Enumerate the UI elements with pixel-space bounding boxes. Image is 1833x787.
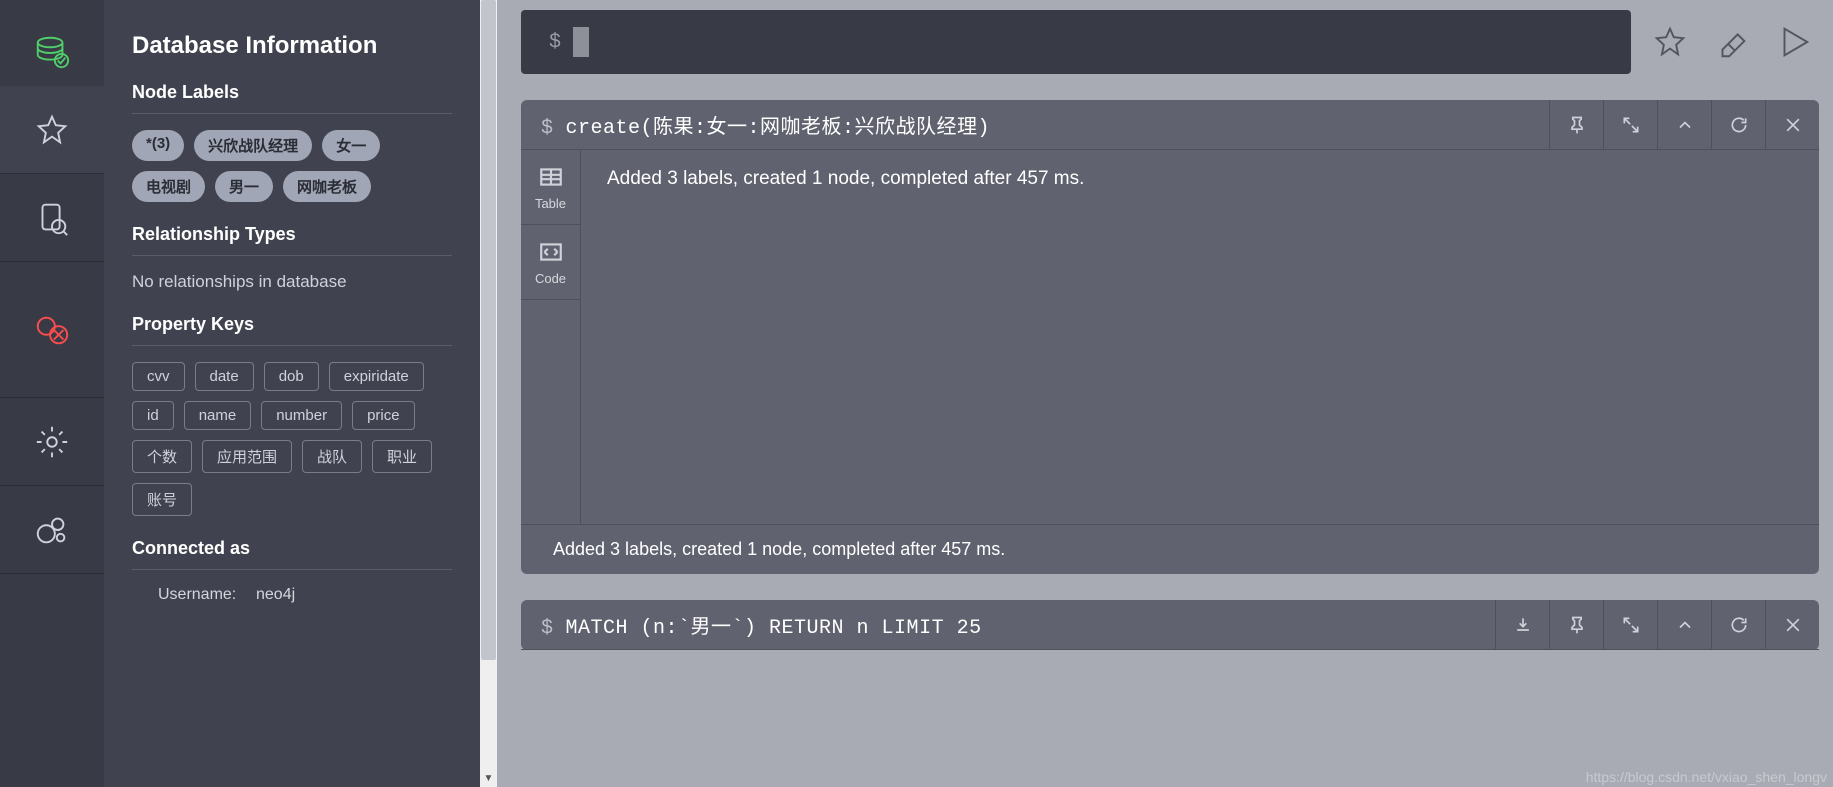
editor-actions [1651, 23, 1819, 61]
result-card: $MATCH (n:`男一`) RETURN n LIMIT 25 [521, 600, 1819, 650]
view-code-tab[interactable]: Code [521, 225, 580, 300]
close-icon[interactable] [1765, 100, 1819, 150]
prop-key-chip[interactable]: 战队 [302, 440, 362, 473]
nav-favorites[interactable] [0, 86, 104, 174]
prop-key-chip[interactable]: expiridate [329, 362, 424, 391]
nav-db-icon[interactable] [0, 18, 104, 86]
scrollbar-thumb[interactable] [481, 0, 496, 660]
card-query: $MATCH (n:`男一`) RETURN n LIMIT 25 [521, 610, 982, 640]
sidebar-heading-node-labels: Node Labels [132, 82, 452, 103]
editor-cursor [573, 27, 589, 57]
scroll-down-icon[interactable]: ▼ [480, 770, 497, 787]
collapse-up-icon[interactable] [1657, 600, 1711, 650]
sidebar: Database Information Node Labels *(3) 兴欣… [104, 0, 480, 787]
nav-cloud-sync[interactable] [0, 262, 104, 398]
sidebar-heading-connected: Connected as [132, 538, 452, 559]
prop-key-chip[interactable]: cvv [132, 362, 185, 391]
sidebar-heading-prop-keys: Property Keys [132, 314, 452, 335]
rerun-icon[interactable] [1711, 100, 1765, 150]
editor-prompt: $ [549, 31, 561, 54]
nav-settings[interactable] [0, 398, 104, 486]
expand-icon[interactable] [1603, 100, 1657, 150]
node-label-chips: *(3) 兴欣战队经理 女一 电视剧 男一 网咖老板 [132, 130, 452, 202]
prop-key-chip[interactable]: date [195, 362, 254, 391]
sidebar-heading-rel-types: Relationship Types [132, 224, 452, 245]
prop-key-chip[interactable]: name [184, 401, 252, 430]
view-table-tab[interactable]: Table [521, 150, 580, 225]
view-rail: Table Code [521, 150, 581, 524]
download-icon[interactable] [1495, 600, 1549, 650]
no-relationships-text: No relationships in database [132, 272, 452, 292]
favorite-icon[interactable] [1651, 23, 1689, 61]
nav-docs[interactable] [0, 174, 104, 262]
node-label-chip[interactable]: 网咖老板 [283, 171, 371, 202]
sidebar-title: Database Information [132, 32, 452, 60]
node-label-chip[interactable]: 女一 [322, 130, 380, 161]
prop-key-chip[interactable]: price [352, 401, 415, 430]
result-body: Added 3 labels, created 1 node, complete… [581, 150, 1819, 524]
card-query: $create(陈果:女一:网咖老板:兴欣战队经理) [521, 110, 990, 140]
prop-key-chip[interactable]: 个数 [132, 440, 192, 473]
play-icon[interactable] [1775, 23, 1813, 61]
node-label-chip[interactable]: *(3) [132, 130, 184, 161]
prop-key-chip[interactable]: dob [264, 362, 319, 391]
prop-key-chip[interactable]: 职业 [372, 440, 432, 473]
main-area: $ $create(陈果:女一:网咖老板:兴欣战队经理) Tabl [497, 0, 1833, 787]
node-label-chip[interactable]: 电视剧 [132, 171, 205, 202]
prop-key-chip[interactable]: id [132, 401, 174, 430]
eraser-icon[interactable] [1713, 23, 1751, 61]
username-label: Username: [158, 586, 256, 604]
prop-key-chip[interactable]: 账号 [132, 483, 192, 516]
query-editor[interactable]: $ [521, 10, 1631, 74]
prop-key-chips: cvv date dob expiridate id name number p… [132, 362, 452, 516]
close-icon[interactable] [1765, 600, 1819, 650]
rerun-icon[interactable] [1711, 600, 1765, 650]
prop-key-chip[interactable]: 应用范围 [202, 440, 292, 473]
collapse-up-icon[interactable] [1657, 100, 1711, 150]
pin-icon[interactable] [1549, 100, 1603, 150]
result-footer: Added 3 labels, created 1 node, complete… [521, 524, 1819, 574]
username-value: neo4j [256, 586, 295, 604]
nav-about[interactable] [0, 486, 104, 574]
nav-rail [0, 0, 104, 787]
node-label-chip[interactable]: 男一 [215, 171, 273, 202]
prop-key-chip[interactable]: number [261, 401, 342, 430]
expand-icon[interactable] [1603, 600, 1657, 650]
result-card: $create(陈果:女一:网咖老板:兴欣战队经理) Table Code [521, 100, 1819, 574]
sidebar-scrollbar[interactable]: ▲ ▼ [480, 0, 497, 787]
connection-info: Username: neo4j [132, 586, 452, 604]
node-label-chip[interactable]: 兴欣战队经理 [194, 130, 312, 161]
pin-icon[interactable] [1549, 600, 1603, 650]
